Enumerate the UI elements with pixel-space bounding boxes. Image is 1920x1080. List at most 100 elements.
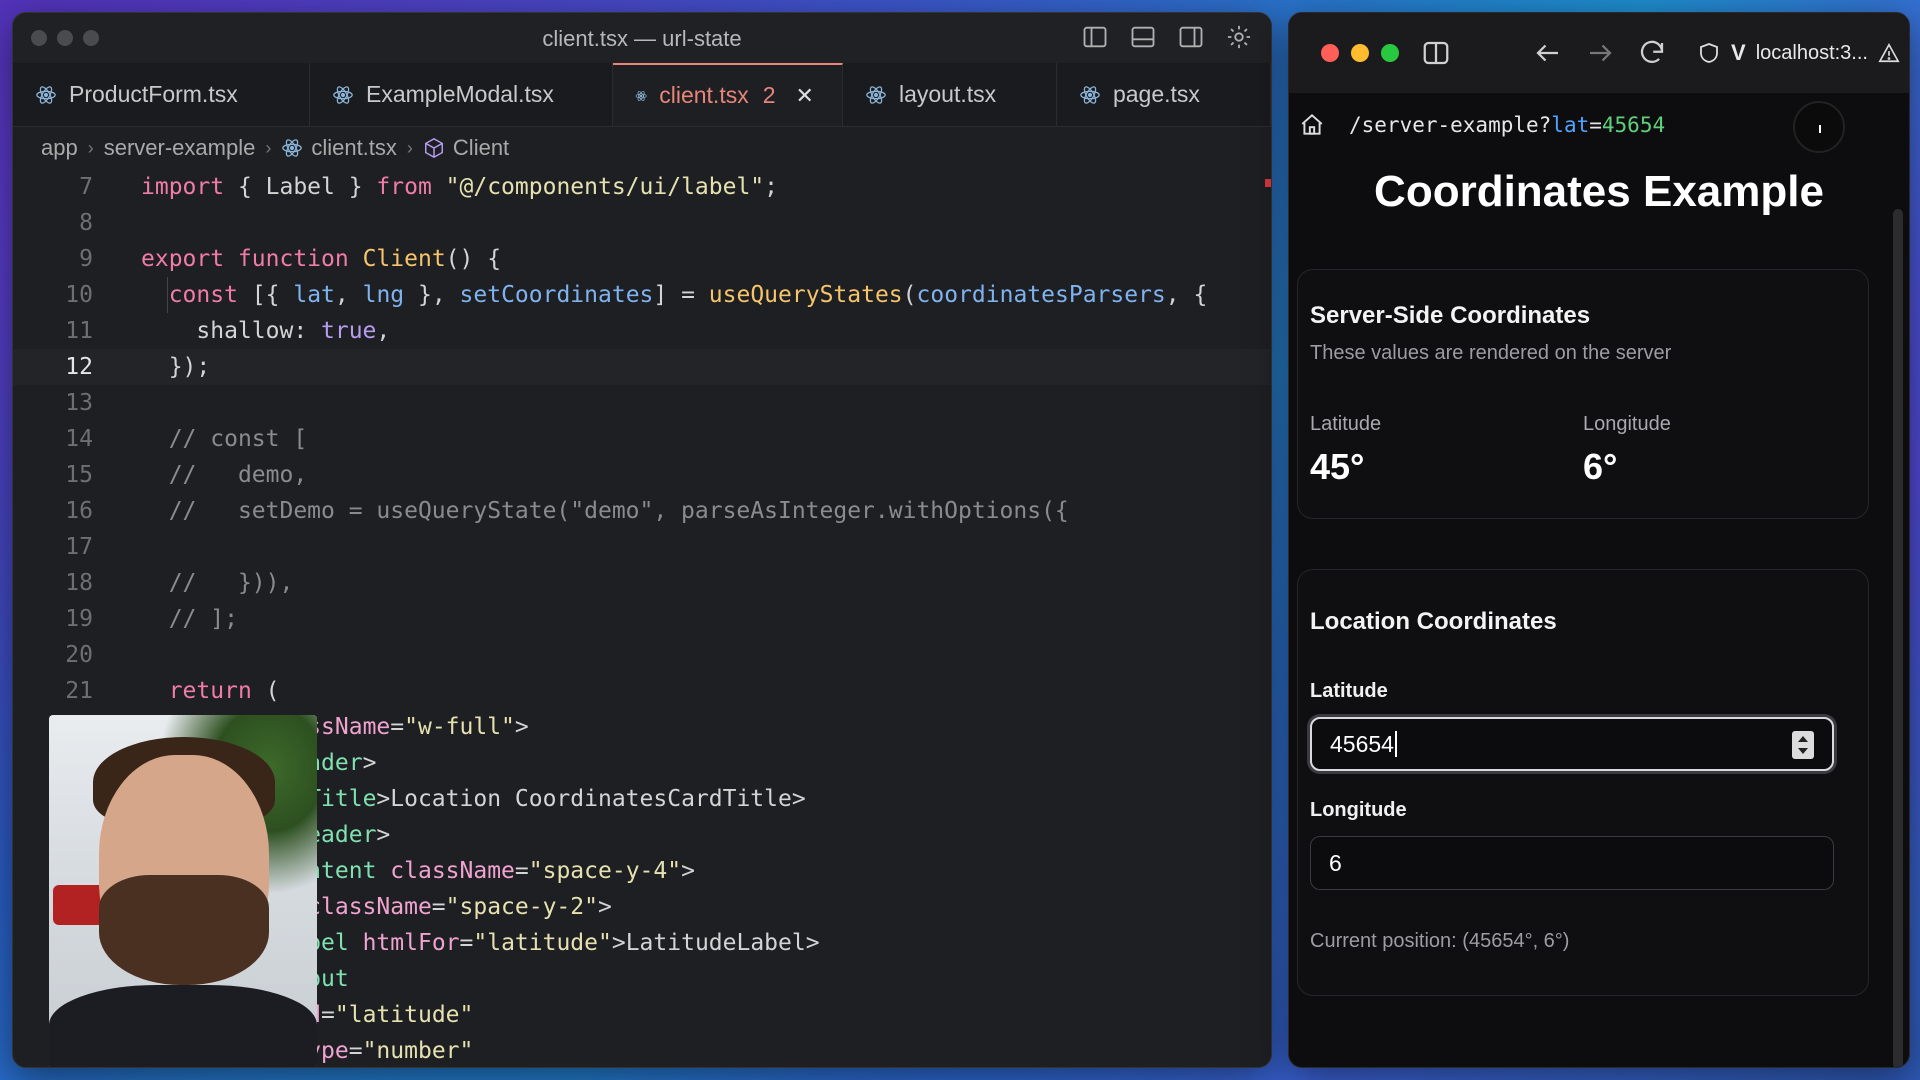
code-line[interactable]: 7 import { Label } from "@/components/ui/… [13, 169, 1271, 205]
cube-icon [424, 137, 443, 159]
page-address-bar[interactable]: /server-example?lat=45654 [1289, 93, 1909, 157]
latitude-label: Latitude [1310, 680, 1388, 702]
code-line[interactable]: 10 const [{ lat, lng }, setCoordinates] … [13, 277, 1271, 313]
react-icon [866, 85, 886, 104]
breadcrumb: app › server-example › client.tsx › Clie… [13, 127, 1271, 169]
line-number: 9 [79, 246, 93, 272]
number-stepper[interactable] [1792, 731, 1814, 759]
server-card-title: Server-Side Coordinates [1310, 302, 1591, 329]
react-icon [333, 85, 353, 104]
line-source: shallow: true, [141, 318, 391, 344]
home-icon[interactable] [1299, 112, 1325, 138]
url-query-eq: = [1589, 113, 1602, 137]
react-icon [36, 85, 56, 104]
longitude-input-value: 6 [1329, 849, 1342, 876]
code-line[interactable]: 13 [13, 385, 1271, 421]
tab-page-tsx[interactable]: page.tsx [1057, 63, 1271, 126]
page-content: Coordinates Example Server-Side Coordina… [1289, 167, 1909, 996]
breadcrumb-file[interactable]: client.tsx [281, 135, 397, 161]
gear-icon[interactable] [1225, 23, 1253, 51]
url-query-value: 45654 [1601, 113, 1666, 137]
tab-problem-count: 2 [762, 82, 776, 108]
line-number: 21 [65, 678, 93, 704]
maximize-window-button[interactable] [83, 30, 99, 46]
line-source: const [{ lat, lng }, setCoordinates] = u… [168, 282, 1208, 308]
server-latitude: Latitude 45° [1310, 413, 1583, 488]
code-line[interactable]: 17 [13, 529, 1271, 565]
location-coordinates-card: Location Coordinates Latitude 45654 Long… [1297, 569, 1869, 996]
editor-window-controls [31, 30, 99, 46]
toggle-primary-sidebar-icon[interactable] [1081, 23, 1109, 51]
layout-controls [1081, 23, 1253, 51]
server-latitude-label: Latitude [1310, 413, 1382, 435]
code-line[interactable]: 15 // demo, [13, 457, 1271, 493]
line-number: 10 [65, 282, 93, 308]
close-window-button[interactable] [31, 30, 47, 46]
back-arrow-icon[interactable] [1533, 38, 1563, 68]
line-number: 19 [65, 606, 93, 632]
browser-window-controls [1321, 44, 1399, 62]
editor-tabs: ProductForm.tsx ExampleModal.tsx client.ts… [13, 63, 1271, 127]
url-pill[interactable]: V localhost:3... [1697, 40, 1900, 66]
code-line[interactable]: 16 // setDemo = useQueryState("demo", pa… [13, 493, 1271, 529]
longitude-input[interactable]: 6 [1310, 836, 1834, 890]
server-longitude-value: 6° [1583, 446, 1618, 487]
code-line[interactable]: 18 // })), [13, 565, 1271, 601]
tab-productform-tsx[interactable]: ProductForm.tsx [13, 63, 311, 126]
url-query-key: lat [1551, 113, 1590, 137]
line-source: // demo, [168, 462, 308, 488]
forward-arrow-icon[interactable] [1585, 38, 1615, 68]
tab-label: ExampleModal.tsx [366, 81, 554, 107]
maximize-window-button[interactable] [1381, 44, 1399, 62]
page-title: Coordinates Example [1374, 167, 1824, 216]
latitude-input[interactable]: 45654 [1310, 717, 1834, 771]
server-coordinates: Latitude 45° Longitude 6° [1310, 413, 1856, 488]
line-source: import { Label } from "@/components/ui/l… [141, 174, 779, 200]
longitude-label: Longitude [1310, 799, 1407, 821]
toggle-secondary-sidebar-icon[interactable] [1177, 23, 1205, 51]
loading-indicator [1793, 101, 1845, 153]
minimize-window-button[interactable] [57, 30, 73, 46]
tab-label: layout.tsx [898, 81, 997, 107]
line-source: export function Client() { [141, 246, 502, 272]
minimize-window-button[interactable] [1351, 44, 1369, 62]
webcam-overlay [49, 715, 317, 1067]
code-line[interactable]: 20 [13, 637, 1271, 673]
reload-icon[interactable] [1637, 38, 1667, 68]
tab-client-tsx[interactable]: client.tsx 2 ✕ [612, 63, 843, 126]
line-source: return ( [168, 678, 280, 704]
code-line[interactable]: 19 // ]; [13, 601, 1271, 637]
line-number: 11 [65, 318, 93, 344]
code-line[interactable]: 9 export function Client() { [13, 241, 1271, 277]
shield-icon [1700, 43, 1718, 63]
tab-examplemodal-tsx[interactable]: ExampleModal.tsx [310, 63, 613, 126]
code-editor-window: client.tsx — url-state ProductForm.tsx Ex… [12, 12, 1272, 1068]
breadcrumb-symbol[interactable]: Client [423, 135, 509, 161]
line-source [101, 529, 141, 565]
close-window-button[interactable] [1321, 44, 1339, 62]
line-source [101, 385, 141, 421]
breadcrumb-server-example[interactable]: server-example [104, 135, 256, 161]
sidebar-toggle-icon[interactable] [1421, 38, 1451, 68]
browser-scrollbar[interactable] [1893, 209, 1903, 1067]
tab-layout-tsx[interactable]: layout.tsx [843, 63, 1057, 126]
location-card-title: Location Coordinates [1310, 608, 1557, 635]
line-source: }); [141, 354, 211, 380]
text-caret [1394, 731, 1397, 757]
indent-guide [167, 277, 168, 313]
line-number: 12 [65, 354, 93, 380]
breadcrumb-app[interactable]: app [41, 135, 78, 161]
code-line[interactable]: 12 }); [13, 349, 1271, 385]
toggle-panel-icon[interactable] [1129, 23, 1157, 51]
line-number: 15 [65, 462, 93, 488]
code-line[interactable]: 8 [13, 205, 1271, 241]
code-line[interactable]: 21 return ( [13, 673, 1271, 709]
chevron-right-icon: › [87, 137, 94, 158]
warning-icon [1878, 43, 1900, 63]
current-position-text: Current position: (45654°, 6°) [1310, 930, 1570, 952]
code-line[interactable]: 11 shallow: true, [13, 313, 1271, 349]
line-number: 13 [65, 390, 93, 416]
server-longitude: Longitude 6° [1583, 413, 1856, 488]
code-line[interactable]: 14 // const [ [13, 421, 1271, 457]
close-tab-icon[interactable]: ✕ [796, 83, 814, 109]
